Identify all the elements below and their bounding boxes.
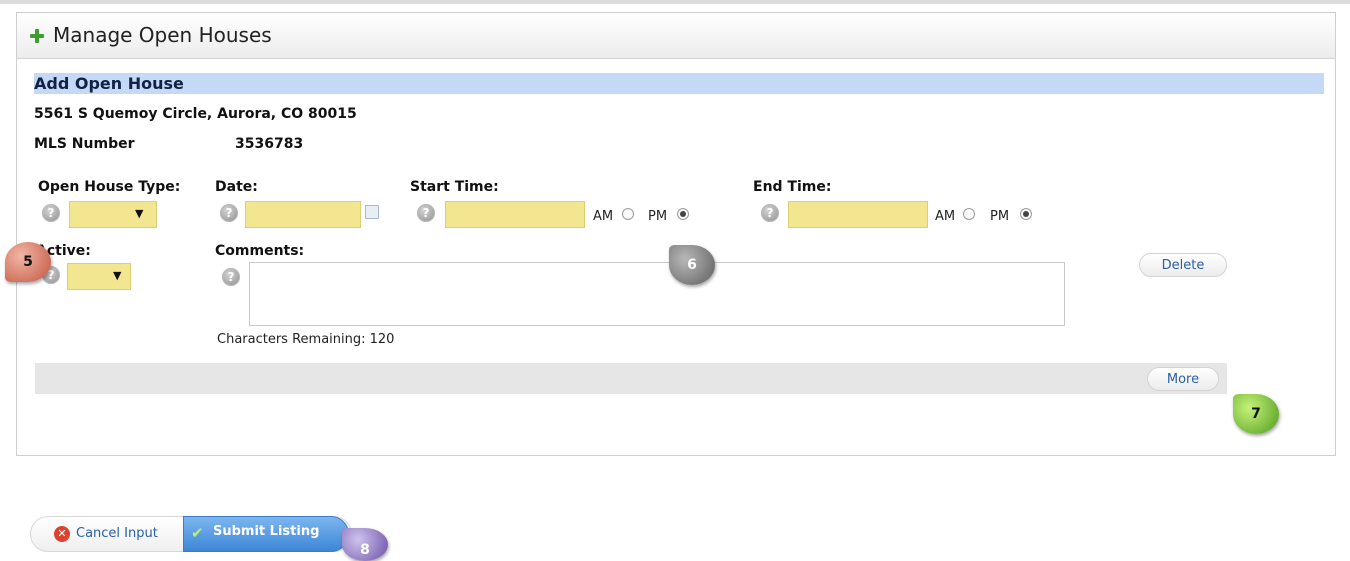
top-border xyxy=(0,0,1350,4)
end-pm-radio[interactable] xyxy=(1020,208,1032,220)
submit-listing-label: Submit Listing xyxy=(213,524,320,539)
checkmark-icon: ✔ xyxy=(191,524,204,542)
listing-address: 5561 S Quemoy Circle, Aurora, CO 80015 xyxy=(34,106,357,122)
date-label: Date: xyxy=(215,179,258,195)
more-bar xyxy=(35,363,1227,394)
mls-value: 3536783 xyxy=(235,136,304,152)
calendar-icon[interactable] xyxy=(365,205,379,219)
section-bar xyxy=(34,73,1324,94)
characters-remaining-count: 120 xyxy=(369,332,395,347)
mls-label: MLS Number xyxy=(34,136,135,152)
cancel-icon: ✕ xyxy=(54,526,70,542)
help-icon[interactable]: ? xyxy=(42,204,60,222)
cancel-input-button[interactable]: Cancel Input xyxy=(76,519,158,549)
end-am-radio[interactable] xyxy=(963,208,975,220)
callout-badge-8: 8 xyxy=(342,528,388,561)
help-icon[interactable]: ? xyxy=(220,204,238,222)
open-house-type-label: Open House Type: xyxy=(38,179,181,195)
section-title: Add Open House xyxy=(34,74,184,93)
callout-badge-7: 7 xyxy=(1233,394,1279,434)
start-pm-radio[interactable] xyxy=(677,208,689,220)
panel-header: Manage Open Houses xyxy=(17,13,1335,59)
open-house-type-select[interactable] xyxy=(69,201,157,228)
delete-button[interactable]: Delete xyxy=(1139,253,1227,277)
end-pm-label: PM xyxy=(990,209,1010,224)
end-am-label: AM xyxy=(935,209,956,224)
start-time-input[interactable] xyxy=(445,201,585,228)
comments-textarea[interactable] xyxy=(249,262,1065,326)
help-icon[interactable]: ? xyxy=(417,204,435,222)
start-time-label: Start Time: xyxy=(410,179,499,195)
callout-badge-6: 6 xyxy=(669,245,715,285)
comments-label: Comments: xyxy=(215,243,305,259)
start-am-radio[interactable] xyxy=(622,208,634,220)
callout-badge-5: 5 xyxy=(5,242,51,282)
end-time-label: End Time: xyxy=(753,179,832,195)
chevron-down-icon: ▼ xyxy=(135,207,144,220)
start-am-label: AM xyxy=(593,209,614,224)
end-time-input[interactable] xyxy=(788,201,928,228)
start-pm-label: PM xyxy=(648,209,668,224)
characters-remaining-label: Characters Remaining: xyxy=(217,332,366,347)
more-button[interactable]: More xyxy=(1147,367,1219,391)
characters-remaining: Characters Remaining: 120 xyxy=(217,332,394,347)
manage-open-houses-panel: Manage Open Houses Add Open House 5561 S… xyxy=(5,12,1336,456)
help-icon[interactable]: ? xyxy=(761,204,779,222)
plus-icon[interactable] xyxy=(30,29,44,43)
help-icon[interactable]: ? xyxy=(222,268,240,286)
panel-title: Manage Open Houses xyxy=(53,23,272,47)
date-input[interactable] xyxy=(245,201,361,228)
chevron-down-icon: ▼ xyxy=(113,269,122,282)
